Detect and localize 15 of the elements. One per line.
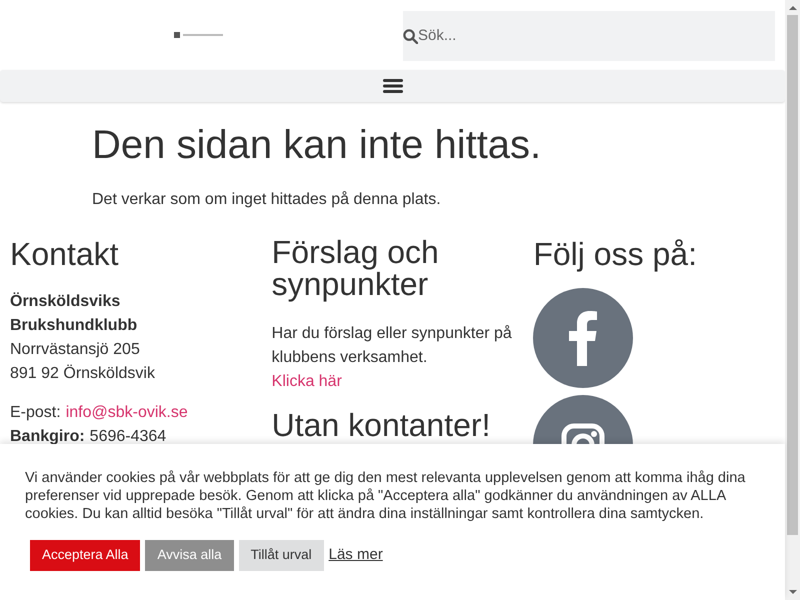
not-found-message: Det verkar som om inget hittades på denna plats. — [92, 190, 442, 210]
cookie-notice-text: Vi använder cookies på vår webbplats för att ge dig den mest relevanta upplevelsen genom att komma ihåg dina preferenser vid upprepade besök. Genom att klicka på "Acceptera alla" godkänner du användningen av ALLA cookies. Du kan alltid besöka "Tillåt urval" för att ändra dina inställningar samt kontrollera dina samtycken. — [25, 469, 746, 523]
suggestions-heading: Förslag och synpunkter — [272, 236, 440, 300]
follow-heading: Följ oss på: — [533, 236, 698, 272]
bankgiro-number: 5696-4364 — [90, 427, 166, 447]
suggestions-text: Har du förslag eller synpunkter på klubbens verksamhet. — [272, 324, 513, 368]
organization-name: Brukshundklubb — [10, 316, 138, 336]
email-label: E-post: — [10, 403, 61, 423]
address-line: Norrvästansjö 205 — [10, 340, 141, 360]
bankgiro-label: Bankgiro: — [10, 427, 85, 447]
section-heading: Utan kontanter! — [272, 408, 492, 442]
page-title: Den sidan kan inte hittas. — [92, 122, 542, 168]
organization-name: Örnsköldsviks — [10, 291, 122, 312]
address-line: 891 92 Örnsköldsvik — [10, 364, 156, 384]
contact-heading: Kontakt — [10, 236, 120, 272]
